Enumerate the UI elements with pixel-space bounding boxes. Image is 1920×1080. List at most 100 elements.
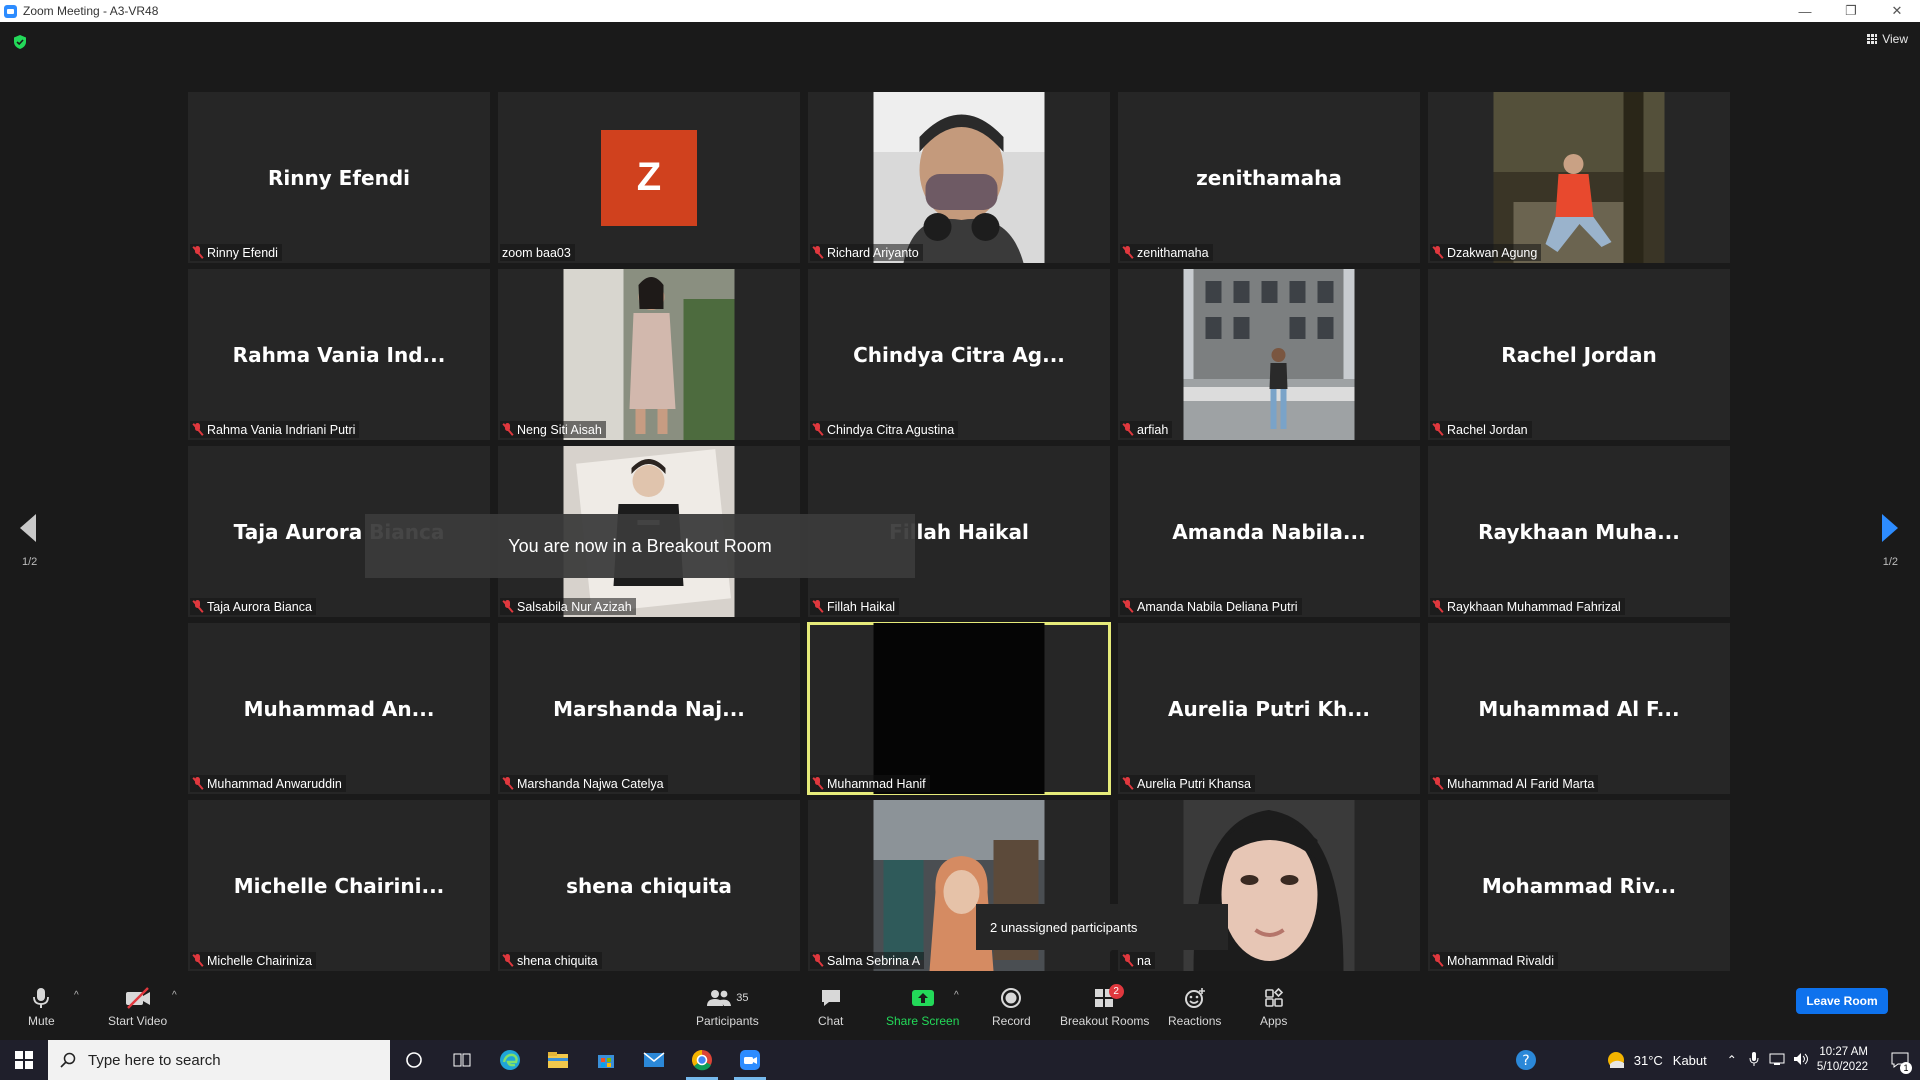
participant-name: shena chiquita <box>517 953 598 968</box>
participant-display-name: Muhammad Al F... <box>1478 696 1680 721</box>
participant-display-name: Marshanda Naj... <box>553 696 745 721</box>
participant-video <box>1493 92 1665 263</box>
breakout-rooms-button[interactable]: 2 Breakout Rooms <box>1060 984 1149 1028</box>
taskbar-search-box[interactable]: Type here to search <box>48 1040 390 1080</box>
mic-muted-icon <box>502 600 513 613</box>
help-icon[interactable]: ? <box>1506 1040 1546 1080</box>
mic-muted-icon <box>1432 600 1443 613</box>
participant-tile[interactable]: Marshanda Naj... Marshanda Najwa Catelya <box>498 623 800 794</box>
tray-microphone-icon[interactable] <box>1749 1051 1759 1070</box>
mic-muted-icon <box>1122 423 1133 436</box>
participant-name: Muhammad Hanif <box>827 776 926 791</box>
cortana-icon[interactable] <box>390 1040 438 1080</box>
windows-taskbar: Type here to search ? 31°C Kabut ⌃ 10:27… <box>0 1040 1920 1080</box>
mic-muted-icon <box>1122 954 1133 967</box>
reactions-icon <box>1183 986 1207 1010</box>
breakout-room-notification: You are now in a Breakout Room <box>365 514 915 578</box>
participant-tile[interactable]: Mohammad Riv... Mohammad Rivaldi <box>1428 800 1730 971</box>
chrome-icon[interactable] <box>678 1040 726 1080</box>
windows-start-button[interactable] <box>0 1040 48 1080</box>
participant-display-name: Amanda Nabila... <box>1172 519 1366 544</box>
record-label: Record <box>992 1014 1031 1028</box>
participant-tile[interactable]: Michelle Chairini... Michelle Chairiniza <box>188 800 490 971</box>
tooltip-text: 2 unassigned participants <box>990 919 1138 935</box>
participants-icon: 35 <box>706 986 748 1010</box>
share-options-caret-icon[interactable]: ^ <box>954 990 959 1001</box>
mic-muted-icon <box>812 600 823 613</box>
share-screen-button[interactable]: Share Screen <box>886 986 959 1028</box>
close-button[interactable]: ✕ <box>1874 0 1920 22</box>
chat-button[interactable]: Chat <box>818 986 843 1028</box>
file-explorer-icon[interactable] <box>534 1040 582 1080</box>
view-button[interactable]: View <box>1867 32 1908 46</box>
participants-button[interactable]: 35 Participants <box>696 986 759 1028</box>
mic-muted-icon <box>812 777 823 790</box>
security-shield-icon[interactable] <box>12 34 28 50</box>
network-icon[interactable] <box>1769 1052 1785 1069</box>
participant-name: Michelle Chairiniza <box>207 953 312 968</box>
participant-tile[interactable]: Rachel Jordan Rachel Jordan <box>1428 269 1730 440</box>
participant-tile[interactable]: shena chiquita shena chiquita <box>498 800 800 971</box>
participant-name-label: Aurelia Putri Khansa <box>1120 775 1255 792</box>
previous-page-arrow-icon[interactable] <box>20 514 36 542</box>
participant-video <box>873 623 1045 794</box>
participant-tile[interactable]: Muhammad Al F... Muhammad Al Farid Marta <box>1428 623 1730 794</box>
grid-view-icon <box>1867 34 1878 44</box>
participant-tile[interactable]: Z zoom baa03 <box>498 92 800 263</box>
mic-muted-icon <box>812 954 823 967</box>
participant-name: Neng Siti Aisah <box>517 422 602 437</box>
audio-options-caret-icon[interactable]: ^ <box>74 990 79 1001</box>
participant-name-label: zoom baa03 <box>500 244 575 261</box>
participant-tile[interactable]: arfiah <box>1118 269 1420 440</box>
share-screen-icon <box>911 986 935 1010</box>
participant-tile[interactable]: Amanda Nabila... Amanda Nabila Deliana P… <box>1118 446 1420 617</box>
zoom-taskbar-icon[interactable] <box>726 1040 774 1080</box>
participant-tile[interactable]: Dzakwan Agung <box>1428 92 1730 263</box>
task-view-icon[interactable] <box>438 1040 486 1080</box>
participant-tile[interactable]: Richard Ariyanto <box>808 92 1110 263</box>
leave-room-button[interactable]: Leave Room <box>1796 988 1888 1014</box>
participant-display-name: shena chiquita <box>566 873 732 898</box>
participant-name: Rinny Efendi <box>207 245 278 260</box>
start-video-button[interactable]: Start Video <box>108 986 167 1028</box>
participant-tile[interactable]: Neng Siti Aisah <box>498 269 800 440</box>
next-page-arrow-icon[interactable] <box>1882 514 1898 542</box>
participant-name-label: Rachel Jordan <box>1430 421 1532 438</box>
participant-display-name: Aurelia Putri Kh... <box>1168 696 1370 721</box>
microsoft-store-icon[interactable] <box>582 1040 630 1080</box>
mail-icon[interactable] <box>630 1040 678 1080</box>
participant-name-label: Rinny Efendi <box>190 244 282 261</box>
mic-muted-icon <box>192 954 203 967</box>
record-button[interactable]: Record <box>992 986 1031 1028</box>
participant-avatar: Z <box>601 129 697 226</box>
minimize-button[interactable]: — <box>1782 0 1828 22</box>
participant-tile[interactable]: Rahma Vania Ind... Rahma Vania Indriani … <box>188 269 490 440</box>
weather-condition: Kabut <box>1672 1052 1707 1068</box>
participant-name: Salsabila Nur Azizah <box>517 599 632 614</box>
participant-tile[interactable]: Aurelia Putri Kh... Aurelia Putri Khansa <box>1118 623 1420 794</box>
participant-name-label: Mohammad Rivaldi <box>1430 952 1558 969</box>
reactions-button[interactable]: Reactions <box>1168 986 1221 1028</box>
participant-name-label: Marshanda Najwa Catelya <box>500 775 668 792</box>
mute-label: Mute <box>28 1014 55 1028</box>
edge-browser-icon[interactable] <box>486 1040 534 1080</box>
taskbar-search-placeholder: Type here to search <box>88 1051 221 1069</box>
volume-icon[interactable] <box>1793 1052 1811 1069</box>
taskbar-clock[interactable]: 10:27 AM 5/10/2022 <box>1817 1045 1868 1075</box>
participant-tile[interactable]: Rinny Efendi Rinny Efendi <box>188 92 490 263</box>
mic-muted-icon <box>1122 777 1133 790</box>
restore-button[interactable]: ❐ <box>1828 0 1874 22</box>
participant-name: na <box>1137 953 1151 968</box>
tray-expand-chevron-icon[interactable]: ⌃ <box>1727 1053 1737 1067</box>
active-speaker-tile[interactable]: Muhammad Hanif <box>807 622 1111 795</box>
participant-tile[interactable]: Raykhaan Muha... Raykhaan Muhammad Fahri… <box>1428 446 1730 617</box>
participant-tile[interactable]: Muhammad An... Muhammad Anwaruddin <box>188 623 490 794</box>
apps-button[interactable]: Apps <box>1260 986 1287 1028</box>
participant-tile[interactable]: Chindya Citra Ag... Chindya Citra Agusti… <box>808 269 1110 440</box>
page-indicator-right: 1/2 <box>1882 556 1898 568</box>
participant-tile[interactable]: zenithamaha zenithamaha <box>1118 92 1420 263</box>
participant-name: Aurelia Putri Khansa <box>1137 776 1251 791</box>
mute-button[interactable]: Mute <box>28 986 55 1028</box>
notifications-icon[interactable]: 1 <box>1880 1040 1920 1080</box>
video-options-caret-icon[interactable]: ^ <box>172 990 177 1001</box>
